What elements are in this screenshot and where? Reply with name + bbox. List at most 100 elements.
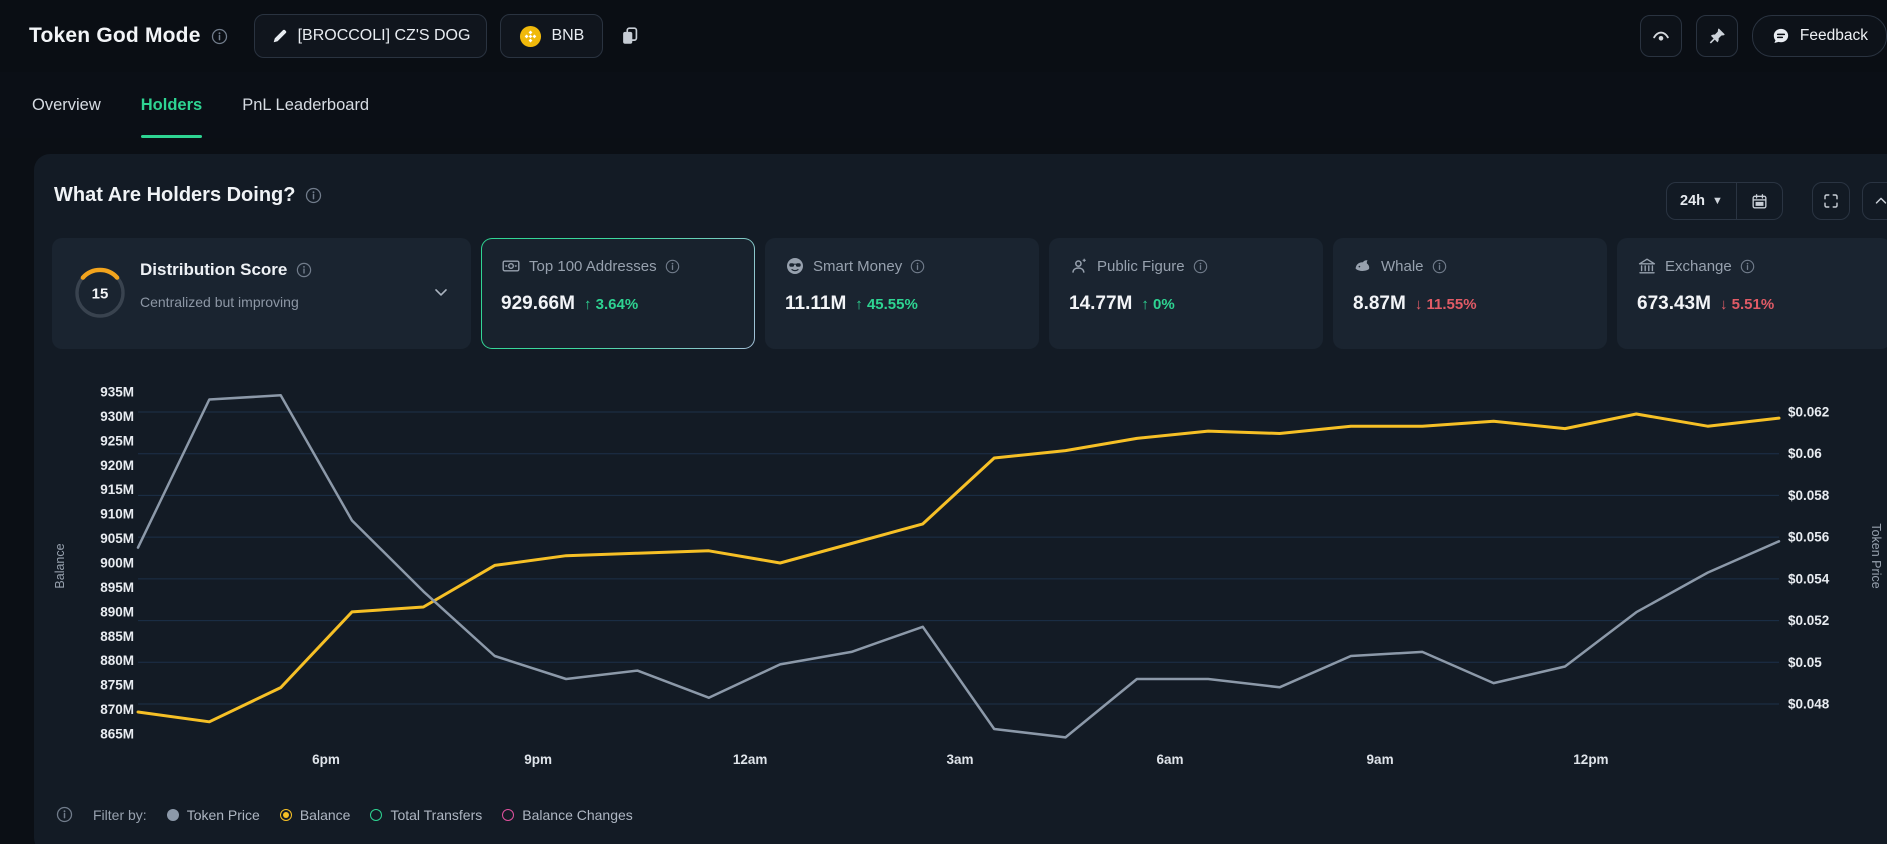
stat-change: ↑ 0% — [1141, 296, 1174, 313]
feedback-label: Feedback — [1800, 27, 1868, 45]
chain-selector[interactable]: BNB — [500, 14, 603, 58]
right-axis-tick: $0.048 — [1788, 697, 1830, 712]
eye-icon — [1650, 25, 1672, 47]
stat-info-icon[interactable] — [1193, 259, 1208, 274]
stat-card-public-figure[interactable]: Public Figure 14.77M ↑ 0% — [1049, 238, 1323, 349]
right-axis-tick: $0.056 — [1788, 530, 1830, 545]
stat-label-text: Top 100 Addresses — [529, 258, 657, 275]
stat-value: 929.66M — [501, 293, 575, 315]
distribution-score-label: Distribution Score — [140, 260, 312, 280]
tab-holders[interactable]: Holders — [141, 72, 202, 138]
stat-value: 673.43M — [1637, 293, 1711, 315]
left-axis-tick: 920M — [100, 458, 134, 473]
left-axis-tick: 870M — [100, 702, 134, 717]
stat-change: ↓ 5.51% — [1720, 296, 1774, 313]
x-axis-tick: 9pm — [524, 752, 552, 767]
chevron-down-icon: ▼ — [1712, 195, 1723, 207]
tab-pnl-leaderboard[interactable]: PnL Leaderboard — [242, 72, 369, 138]
left-axis-tick: 915M — [100, 482, 134, 497]
left-axis-tick: 885M — [100, 629, 134, 644]
legend-item-balance[interactable]: Balance — [280, 807, 351, 823]
left-axis-title: Balance — [53, 543, 67, 588]
balance-marker — [280, 809, 292, 821]
holders-activity-panel: What Are Holders Doing? 24h ▼ — [34, 154, 1887, 844]
calendar-icon — [1750, 192, 1769, 211]
x-axis-tick: 3am — [946, 752, 973, 767]
stat-card-top-100-addresses[interactable]: Top 100 Addresses 929.66M ↑ 3.64% — [481, 238, 755, 349]
x-axis-tick: 12am — [733, 752, 768, 767]
left-axis-tick: 900M — [100, 556, 134, 571]
watch-button[interactable] — [1640, 15, 1682, 57]
distribution-info-icon[interactable] — [296, 262, 312, 278]
legend-item-balance-changes[interactable]: Balance Changes — [502, 807, 633, 823]
left-axis-tick: 875M — [100, 678, 134, 693]
legend-item-total-transfers[interactable]: Total Transfers — [370, 807, 482, 823]
left-axis-tick: 890M — [100, 604, 134, 619]
person-star-icon — [1069, 256, 1089, 276]
pin-button[interactable] — [1696, 15, 1738, 57]
panel-info-icon[interactable] — [305, 187, 322, 204]
right-axis-tick: $0.05 — [1788, 655, 1822, 670]
distribution-chevron-down-icon[interactable] — [431, 282, 451, 302]
stat-info-icon[interactable] — [1432, 259, 1447, 274]
header: Token God Mode [BROCCOLI] CZ'S DOG — [0, 0, 1887, 73]
pin-icon — [1706, 26, 1727, 47]
x-axis-tick: 12pm — [1573, 752, 1608, 767]
whale-icon — [1353, 256, 1373, 276]
tab-bar: Overview Holders PnL Leaderboard — [0, 72, 1887, 138]
legend-info-icon[interactable] — [56, 806, 73, 823]
x-axis-tick: 9am — [1367, 752, 1394, 767]
distribution-status: Centralized but improving — [140, 294, 299, 310]
panel-title: What Are Holders Doing? — [54, 184, 322, 207]
stat-info-icon[interactable] — [1740, 259, 1755, 274]
stat-change: ↑ 3.64% — [584, 296, 638, 313]
stat-value: 14.77M — [1069, 293, 1132, 315]
stat-info-icon[interactable] — [665, 259, 680, 274]
fullscreen-button[interactable] — [1812, 182, 1850, 220]
distribution-score-gauge: 15 — [72, 265, 128, 321]
bnb-icon — [519, 25, 542, 48]
left-axis-tick: 935M — [100, 385, 134, 400]
right-axis-tick: $0.052 — [1788, 613, 1829, 628]
left-axis-tick: 865M — [100, 727, 134, 742]
distribution-score-value: 15 — [92, 286, 109, 303]
token-selector[interactable]: [BROCCOLI] CZ'S DOG — [254, 14, 488, 58]
right-axis-tick: $0.058 — [1788, 488, 1830, 503]
left-axis-tick: 925M — [100, 433, 134, 448]
right-axis-title: Token Price — [1869, 523, 1883, 588]
copy-icon[interactable] — [619, 25, 641, 47]
stat-card-exchange[interactable]: Exchange 673.43M ↓ 5.51% — [1617, 238, 1887, 349]
page-title: Token God Mode — [29, 24, 201, 48]
fullscreen-icon — [1822, 192, 1840, 210]
x-axis-tick: 6am — [1157, 752, 1184, 767]
chart-legend: Filter by: Token Price Balance Total Tra… — [56, 806, 633, 823]
stat-card-smart-money[interactable]: Smart Money 11.11M ↑ 45.55% — [765, 238, 1039, 349]
timeframe-dropdown[interactable]: 24h ▼ — [1667, 183, 1736, 219]
sunglasses-face-icon — [785, 256, 805, 276]
stat-info-icon[interactable] — [910, 259, 925, 274]
page-info-icon[interactable] — [211, 28, 228, 45]
left-axis-tick: 880M — [100, 653, 134, 668]
distribution-score-card[interactable]: 15 Distribution Score Centralized but im… — [52, 238, 471, 349]
total-transfers-marker — [370, 809, 382, 821]
stat-label-text: Public Figure — [1097, 258, 1185, 275]
timeframe-control: 24h ▼ — [1666, 182, 1783, 220]
left-axis-tick: 910M — [100, 507, 134, 522]
chevron-up-icon — [1872, 192, 1887, 210]
pencil-icon — [271, 27, 289, 45]
feedback-button[interactable]: Feedback — [1752, 15, 1887, 57]
balance-changes-marker — [502, 809, 514, 821]
left-axis-tick: 905M — [100, 531, 134, 546]
right-axis-tick: $0.062 — [1788, 405, 1829, 420]
collapse-button[interactable] — [1862, 182, 1887, 220]
right-axis-tick: $0.06 — [1788, 446, 1822, 461]
stat-value: 8.87M — [1353, 293, 1406, 315]
calendar-button[interactable] — [1736, 183, 1782, 219]
chain-name: BNB — [551, 27, 584, 45]
x-axis-tick: 6pm — [312, 752, 340, 767]
stat-card-whale[interactable]: Whale 8.87M ↓ 11.55% — [1333, 238, 1607, 349]
left-axis-tick: 895M — [100, 580, 134, 595]
left-axis-tick: 930M — [100, 409, 134, 424]
legend-item-token-price[interactable]: Token Price — [167, 807, 260, 823]
tab-overview[interactable]: Overview — [32, 72, 101, 138]
